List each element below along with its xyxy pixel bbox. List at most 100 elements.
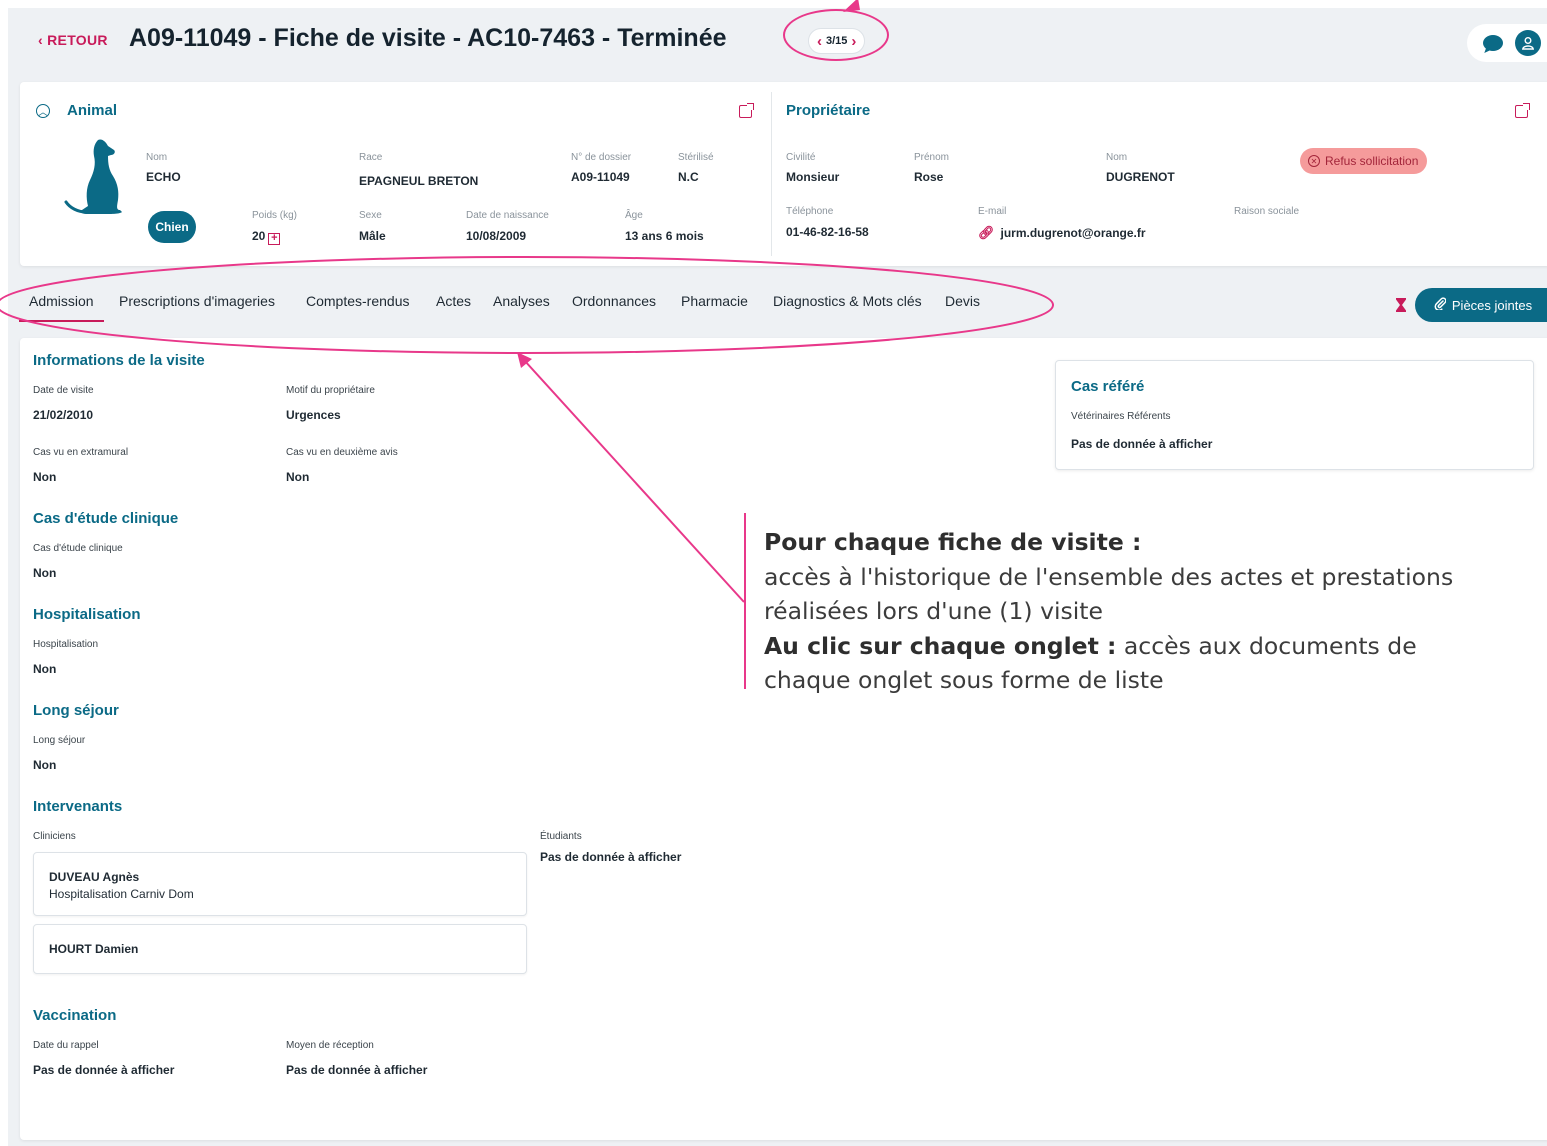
card-divider [771,92,772,256]
annotation-bar [744,513,746,689]
close-circle-icon: ✕ [1308,155,1320,167]
link-icon: 🔗︎ [978,225,995,240]
user-icon[interactable] [1515,30,1541,56]
add-weight-icon[interactable]: + [268,233,281,245]
annotation-heading-1: Pour chaque fiche de visite : [764,528,1142,556]
page-title: A09-11049 - Fiche de visite - AC10-7463 … [129,24,727,52]
cliniciens-label: Cliniciens [33,831,76,842]
animal-race: EPAGNEUL BRETON [359,174,479,188]
veterinaires-label: Vétérinaires Référents [1071,411,1171,422]
owner-email[interactable]: 🔗︎ jurm.dugrenot@orange.fr [978,225,1146,241]
animal-sterilise: N.C [678,170,699,184]
cas-refere-title: Cas référé [1071,378,1145,395]
hospitalisation-title: Hospitalisation [33,606,141,623]
hospitalisation-value: Non [33,662,57,676]
veterinaires-value: Pas de donnée à afficher [1071,437,1213,451]
tab-prescriptions-imageries[interactable]: Prescriptions d'imageries [119,293,275,309]
extramural-label: Cas vu en extramural [33,447,129,458]
animal-name: ECHO [146,170,181,184]
visit-info-title: Informations de la visite [33,352,205,369]
animal-birthdate: 10/08/2009 [466,229,527,243]
etudiants-value: Pas de donnée à afficher [540,850,682,864]
long-sejour-title: Long séjour [33,702,119,719]
refus-sollicitation-badge: ✕ Refus sollicitation [1300,148,1428,174]
intervenants-title: Intervenants [33,798,123,815]
reception-value: Pas de donnée à afficher [286,1063,428,1077]
age-label: Âge [625,210,643,221]
animal-weight-value: 20 [252,229,266,243]
tab-diagnostics-mots-cles[interactable]: Diagnostics & Mots clés [773,293,922,309]
tab-ordonnances[interactable]: Ordonnances [572,293,656,309]
sterilise-label: Stérilisé [678,152,714,163]
etude-label: Cas d'étude clinique [33,543,123,554]
tab-comptes-rendus[interactable]: Comptes-rendus [306,293,410,309]
admission-panel: Informations de la visite Date de visite… [20,338,1547,1140]
raison-label: Raison sociale [1234,206,1300,217]
tab-devis[interactable]: Devis [945,293,980,309]
page-header: ‹ RETOUR A09-11049 - Fiche de visite - A… [8,8,1547,76]
deuxieme-avis-label: Cas vu en deuxième avis [286,447,398,458]
etudiants-label: Étudiants [540,831,582,842]
paperclip-icon [1434,297,1447,313]
civilite-label: Civilité [786,152,816,163]
chevron-right-icon[interactable]: › [851,33,856,50]
clinician-card: DUVEAU Agnès Hospitalisation Carniv Dom [33,852,527,916]
motif-value: Urgences [286,408,341,422]
animal-section-title: Animal [67,102,118,119]
pager-text: 3/15 [826,35,848,47]
attachments-button[interactable]: Pièces jointes [1415,288,1547,322]
tab-admission[interactable]: Admission [19,293,104,322]
attachments-label: Pièces jointes [1451,297,1533,313]
naissance-label: Date de naissance [466,210,549,221]
etude-title: Cas d'étude clinique [33,510,179,527]
deuxieme-avis-value: Non [286,470,310,484]
clinician-service: Hospitalisation Carniv Dom [49,887,194,901]
long-sejour-value: Non [33,758,57,772]
patient-info-card: ︿ Animal Chien Nom ECHO Race EPAGNEUL BR… [20,82,1547,266]
cas-refere-card: Cas référé Vétérinaires Référents Pas de… [1055,360,1534,470]
external-link-icon[interactable] [739,103,754,118]
date-visite-label: Date de visite [33,385,94,396]
chat-icon[interactable] [1483,35,1503,51]
animal-weight: 20 + [252,229,281,245]
animal-age: 13 ans 6 mois [625,229,704,243]
motif-label: Motif du propriétaire [286,385,375,396]
clinician-card: HOURT Damien [33,924,527,974]
tab-actes[interactable]: Actes [436,293,471,309]
poids-label: Poids (kg) [252,210,298,221]
owner-nom-label: Nom [1106,152,1128,163]
annotation-heading-2: Au clic sur chaque onglet : [764,631,1117,660]
email-label: E-mail [978,206,1007,217]
tel-label: Téléphone [786,206,834,217]
reception-label: Moyen de réception [286,1040,374,1051]
annotation-callout: Pour chaque fiche de visite : accès à l'… [764,525,1464,698]
external-link-icon[interactable] [1515,103,1530,118]
vaccination-title: Vaccination [33,1007,117,1024]
long-sejour-label: Long séjour [33,735,86,746]
owner-section-title: Propriétaire [786,102,871,119]
refus-label: Refus sollicitation [1325,154,1419,168]
extramural-value: Non [33,470,57,484]
back-link[interactable]: ‹ RETOUR [38,32,108,48]
dog-icon [64,139,122,214]
owner-civilite: Monsieur [786,170,840,184]
tab-pharmacie[interactable]: Pharmacie [681,293,748,309]
visit-pager: ‹ 3/15 › [808,28,866,54]
prenom-label: Prénom [914,152,950,163]
visit-tabs: Admission Prescriptions d'imageries Comp… [19,276,1547,332]
rappel-label: Date du rappel [33,1040,99,1051]
hourglass-icon[interactable] [1396,298,1406,312]
tab-analyses[interactable]: Analyses [493,293,550,309]
owner-phone: 01-46-82-16-58 [786,225,869,239]
owner-lastname: DUGRENOT [1106,170,1175,184]
rappel-value: Pas de donnée à afficher [33,1063,175,1077]
chevron-left-icon[interactable]: ‹ [817,33,822,50]
species-badge: Chien [148,211,196,243]
hospitalisation-label: Hospitalisation [33,639,99,650]
clinician-name: HOURT Damien [49,942,139,956]
owner-email-text: jurm.dugrenot@orange.fr [1000,226,1146,240]
animal-sex: Mâle [359,229,386,243]
annotation-text-1: accès à l'historique de l'ensemble des a… [764,562,1454,626]
collapse-icon[interactable]: ︿ [36,104,50,118]
header-actions [1467,24,1547,62]
